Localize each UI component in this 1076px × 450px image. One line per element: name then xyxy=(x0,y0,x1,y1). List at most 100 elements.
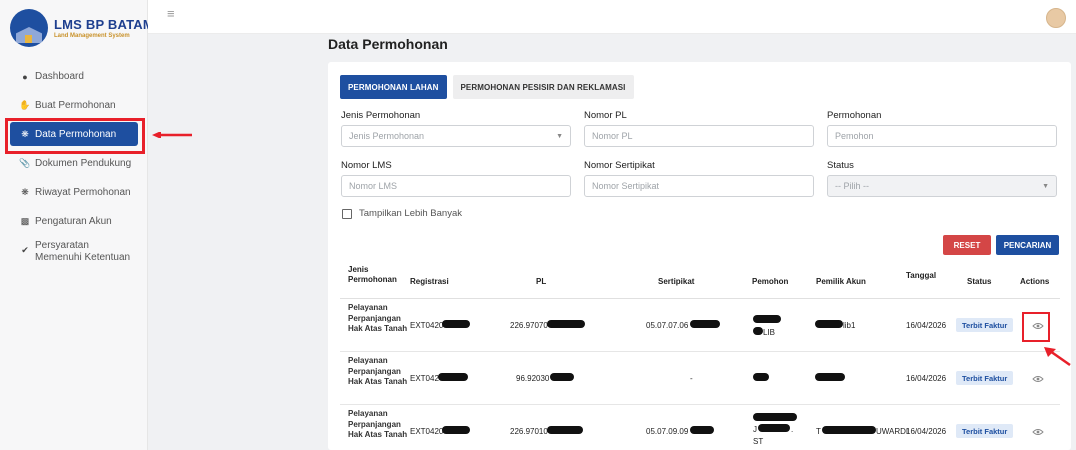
filter-pemohon-label: Permohonan xyxy=(827,110,882,121)
nomor-sertipikat-input[interactable]: Nomor Sertipikat xyxy=(584,175,814,197)
filter-nomor-lms: Nomor LMS Nomor LMS xyxy=(341,160,571,197)
cell-pl: 96.92030 xyxy=(516,374,550,383)
sidebar-nav: ● Dashboard ✋ Buat Permohonan ❋ Data Per… xyxy=(0,62,148,272)
paperclip-icon: 📎 xyxy=(19,158,31,168)
sidebar-item-label: Persyaratan Memenuhi Ketentuan xyxy=(35,240,131,263)
redaction xyxy=(690,320,720,328)
sidebar-item-dashboard[interactable]: ● Dashboard xyxy=(0,62,148,91)
avatar[interactable] xyxy=(1046,8,1066,28)
redaction xyxy=(753,413,797,421)
show-more-row: Tampilkan Lebih Banyak xyxy=(342,208,462,219)
content-card: PERMOHONAN LAHAN PERMOHONAN PESISIR DAN … xyxy=(328,62,1071,450)
cell-pl: 226.97010 xyxy=(510,427,548,436)
cell-sertipikat: 05.07.09.09 xyxy=(646,427,689,436)
search-button[interactable]: PENCARIAN xyxy=(996,235,1059,255)
cell-sertipikat: - xyxy=(690,374,693,383)
dashboard-icon: ● xyxy=(22,71,28,82)
cell-pemilik-akun: T xyxy=(816,427,821,436)
reset-button[interactable]: RESET xyxy=(943,235,991,255)
sidebar-item-persyaratan[interactable]: ✔ Persyaratan Memenuhi Ketentuan xyxy=(0,236,148,272)
redaction xyxy=(438,373,468,381)
th-status: Status xyxy=(967,277,992,286)
redaction xyxy=(815,320,843,328)
cell-jenis: Pelayanan Perpanjangan Hak Atas Tanah xyxy=(348,303,408,333)
annotation-arrow-icon xyxy=(152,132,192,138)
nomor-pl-input[interactable]: Nomor PL xyxy=(584,125,814,147)
chevron-down-icon: ▼ xyxy=(1042,182,1049,190)
sidebar-item-label: Riwayat Permohonan xyxy=(35,187,131,198)
nomor-lms-input[interactable]: Nomor LMS xyxy=(341,175,571,197)
page-title: Data Permohonan xyxy=(328,36,448,52)
th-tanggal: Tanggal xyxy=(906,271,937,280)
chevron-down-icon: ▼ xyxy=(556,132,563,140)
nomor-sertipikat-placeholder: Nomor Sertipikat xyxy=(592,181,660,191)
table-row: Pelayanan Perpanjangan Hak Atas Tanah EX… xyxy=(340,299,1060,352)
menu-toggle-icon[interactable]: ≡ xyxy=(167,7,181,20)
th-actions: Actions xyxy=(1020,277,1050,286)
redaction xyxy=(690,426,714,434)
filter-nomor-pl-label: Nomor PL xyxy=(584,110,627,121)
jenis-permohonan-select[interactable]: Jenis Permohonan ▼ xyxy=(341,125,571,147)
brand[interactable]: LMS BP BATAM Land Management System xyxy=(10,6,154,50)
redaction xyxy=(442,320,470,328)
status-placeholder: -- Pilih -- xyxy=(835,181,869,191)
th-jenis: Jenis Permohonan xyxy=(348,265,397,284)
sidebar-item-label: Dashboard xyxy=(35,71,84,82)
sidebar-item-buat-permohonan[interactable]: ✋ Buat Permohonan xyxy=(0,91,148,120)
cell-jenis: Pelayanan Perpanjangan Hak Atas Tanah xyxy=(348,356,408,386)
th-pemohon: Pemohon xyxy=(752,277,789,286)
view-eye-icon[interactable] xyxy=(1032,375,1044,383)
show-more-checkbox[interactable] xyxy=(342,208,352,219)
history-icon: ❋ xyxy=(21,187,29,197)
cell-registrasi: EXT0420 xyxy=(410,321,444,330)
brand-logo xyxy=(10,9,48,47)
th-registrasi: Registrasi xyxy=(410,277,449,286)
table-row: Pelayanan Perpanjangan Hak Atas Tanah EX… xyxy=(340,352,1060,405)
user-settings-icon: ▩ xyxy=(20,216,30,226)
filter-nomor-pl: Nomor PL Nomor PL xyxy=(584,110,814,147)
filter-status-label: Status xyxy=(827,160,854,171)
cell-pemohon: LIB xyxy=(763,328,776,337)
redaction xyxy=(753,327,763,335)
redaction xyxy=(753,373,769,381)
tab-permohonan-lahan[interactable]: PERMOHONAN LAHAN xyxy=(340,75,447,99)
brand-title: LMS BP BATAM xyxy=(54,17,154,32)
sidebar-item-riwayat-permohonan[interactable]: ❋ Riwayat Permohonan xyxy=(0,178,148,207)
brand-subtitle: Land Management System xyxy=(54,33,130,39)
redaction xyxy=(758,424,790,432)
redaction xyxy=(753,315,781,323)
jenis-permohonan-placeholder: Jenis Permohonan xyxy=(349,131,425,141)
sidebar-item-pengaturan-akun[interactable]: ▩ Pengaturan Akun xyxy=(0,207,148,236)
cell-pemilik-akun-b: UWARDI xyxy=(876,427,909,436)
sidebar-item-label: Pengaturan Akun xyxy=(35,216,112,227)
tab-permohonan-pesisir[interactable]: PERMOHONAN PESISIR DAN REKLAMASI xyxy=(452,75,634,99)
pemohon-placeholder: Pemohon xyxy=(835,131,874,141)
hand-icon: ✋ xyxy=(19,100,31,110)
nomor-lms-placeholder: Nomor LMS xyxy=(349,181,398,191)
status-select[interactable]: -- Pilih -- ▼ xyxy=(827,175,1057,197)
pemohon-input[interactable]: Pemohon xyxy=(827,125,1057,147)
redaction xyxy=(550,373,574,381)
cell-pl: 226.97070 xyxy=(510,321,548,330)
annotation-highlight-box xyxy=(1022,312,1050,342)
cell-jenis: Pelayanan Perpanjangan Hak Atas Tanah xyxy=(348,409,408,439)
redaction xyxy=(815,373,845,381)
cell-registrasi: EXT0420 xyxy=(410,427,444,436)
sidebar-item-label: Dokumen Pendukung xyxy=(35,158,132,169)
status-badge: Terbit Faktur xyxy=(956,318,1014,332)
sidebar: LMS BP BATAM Land Management System ● Da… xyxy=(0,0,154,450)
filter-nomor-sertipikat-label: Nomor Sertipikat xyxy=(584,160,655,171)
filter-status: Status -- Pilih -- ▼ xyxy=(827,160,1057,197)
show-more-label[interactable]: Tampilkan Lebih Banyak xyxy=(359,208,462,219)
annotation-arrow-icon xyxy=(1044,347,1071,367)
th-pl: PL xyxy=(536,277,547,286)
redaction xyxy=(442,426,470,434)
table-header: Jenis Permohonan Registrasi PL Sertipika… xyxy=(340,261,1060,299)
redaction xyxy=(547,320,585,328)
status-badge: Terbit Faktur xyxy=(956,371,1014,385)
cell-pemohon: J xyxy=(753,425,757,434)
cell-pemilik-akun: lib1 xyxy=(843,321,856,330)
status-badge: Terbit Faktur xyxy=(956,424,1014,438)
view-eye-icon[interactable] xyxy=(1032,428,1044,436)
th-sertipikat: Sertipikat xyxy=(658,277,695,286)
